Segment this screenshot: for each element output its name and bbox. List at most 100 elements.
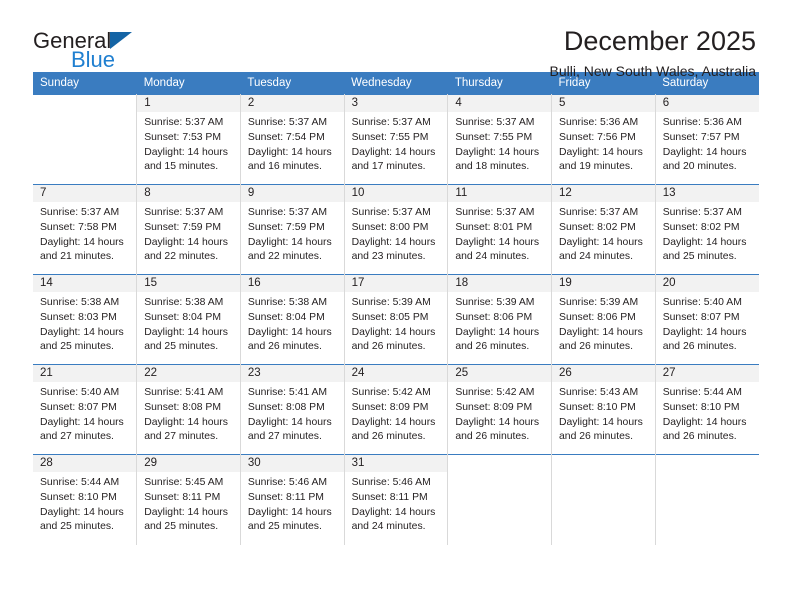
daylight-text-line1: Daylight: 14 hours — [455, 416, 540, 428]
calendar-day-cell[interactable]: 16 Sunrise: 5:38 AM Sunset: 8:04 PM Dayligh… — [240, 274, 345, 365]
calendar-day-cell[interactable]: 25 Sunrise: 5:42 AM Sunset: 8:09 PM Dayligh… — [447, 364, 553, 455]
day-details: Sunrise: 5:40 AM Sunset: 8:07 PM Daylight:… — [33, 382, 136, 445]
day-number: 24 — [344, 365, 448, 382]
day-number — [33, 95, 136, 112]
calendar-day-cell[interactable]: 22 Sunrise: 5:41 AM Sunset: 8:08 PM Dayligh… — [136, 364, 241, 455]
calendar-day-cell[interactable]: 28 Sunrise: 5:44 AM Sunset: 8:10 PM Dayligh… — [33, 454, 138, 545]
calendar-day-cell[interactable]: 6 Sunrise: 5:36 AM Sunset: 7:57 PM Daylight… — [655, 94, 759, 185]
calendar-day-cell[interactable]: 8 Sunrise: 5:37 AM Sunset: 7:59 PM Daylight… — [136, 184, 241, 275]
sunset-text: Sunset: 8:01 PM — [455, 221, 533, 233]
sunrise-text: Sunrise: 5:37 AM — [351, 207, 431, 218]
sunrise-text: Sunrise: 5:37 AM — [351, 117, 431, 128]
calendar-day-cell[interactable]: 5 Sunrise: 5:36 AM Sunset: 7:56 PM Daylight… — [551, 94, 656, 185]
daylight-text-line1: Daylight: 14 hours — [144, 236, 228, 248]
calendar-day-cell[interactable]: 20 Sunrise: 5:40 AM Sunset: 8:07 PM Dayligh… — [655, 274, 759, 365]
sunrise-text: Sunrise: 5:37 AM — [144, 207, 224, 218]
sunset-text: Sunset: 8:04 PM — [247, 311, 325, 323]
day-details: Sunrise: 5:37 AM Sunset: 8:00 PM Daylight:… — [345, 202, 448, 265]
calendar-day-cell[interactable]: 10 Sunrise: 5:37 AM Sunset: 8:00 PM Dayligh… — [344, 184, 449, 275]
calendar-day-cell[interactable]: 9 Sunrise: 5:37 AM Sunset: 7:59 PM Daylight… — [240, 184, 345, 275]
day-details: Sunrise: 5:42 AM Sunset: 8:09 PM Daylight:… — [448, 382, 551, 445]
day-number: 13 — [655, 185, 759, 202]
daylight-text-line2: and 27 minutes. — [247, 431, 322, 443]
daylight-text-line2: and 26 minutes. — [455, 341, 530, 353]
day-number: 30 — [240, 455, 344, 472]
calendar-day-cell[interactable]: 11 Sunrise: 5:37 AM Sunset: 8:01 PM Dayligh… — [447, 184, 553, 275]
day-details: Sunrise: 5:37 AM Sunset: 7:59 PM Daylight:… — [137, 202, 240, 265]
day-details: Sunrise: 5:45 AM Sunset: 8:11 PM Daylight:… — [137, 472, 240, 535]
sunrise-text: Sunrise: 5:36 AM — [559, 117, 639, 128]
daylight-text-line2: and 26 minutes. — [559, 431, 633, 443]
calendar-day-cell[interactable]: 19 Sunrise: 5:39 AM Sunset: 8:06 PM Dayligh… — [551, 274, 656, 365]
calendar-empty-cell — [33, 94, 138, 185]
calendar-day-cell[interactable]: 23 Sunrise: 5:41 AM Sunset: 8:08 PM Dayligh… — [240, 364, 345, 455]
day-number: 12 — [552, 185, 655, 202]
day-number: 1 — [137, 95, 240, 112]
day-number: 19 — [552, 275, 655, 292]
calendar-day-cell[interactable]: 26 Sunrise: 5:43 AM Sunset: 8:10 PM Dayligh… — [551, 364, 656, 455]
daylight-text-line1: Daylight: 14 hours — [662, 416, 747, 428]
sunrise-text: Sunrise: 5:40 AM — [40, 387, 120, 398]
sunset-text: Sunset: 7:59 PM — [247, 221, 325, 233]
sunrise-text: Sunrise: 5:37 AM — [662, 207, 742, 218]
day-number: 15 — [137, 275, 240, 292]
weekday-header-tuesday: Tuesday — [240, 72, 345, 95]
daylight-text-line1: Daylight: 14 hours — [351, 236, 436, 248]
calendar-day-cell[interactable]: 27 Sunrise: 5:44 AM Sunset: 8:10 PM Dayligh… — [655, 364, 759, 455]
daylight-text-line2: and 23 minutes. — [351, 251, 426, 263]
calendar-day-cell[interactable]: 21 Sunrise: 5:40 AM Sunset: 8:07 PM Dayligh… — [33, 364, 138, 455]
sunset-text: Sunset: 8:08 PM — [144, 401, 222, 413]
sunset-text: Sunset: 8:11 PM — [144, 491, 221, 503]
daylight-text-line2: and 20 minutes. — [662, 161, 737, 173]
daylight-text-line2: and 25 minutes. — [144, 521, 219, 533]
sunrise-text: Sunrise: 5:41 AM — [247, 387, 328, 398]
calendar-day-cell[interactable]: 3 Sunrise: 5:37 AM Sunset: 7:55 PM Daylight… — [344, 94, 449, 185]
sunrise-text: Sunrise: 5:37 AM — [247, 117, 328, 128]
day-number: 26 — [552, 365, 655, 382]
calendar-day-cell[interactable]: 14 Sunrise: 5:38 AM Sunset: 8:03 PM Dayligh… — [33, 274, 138, 365]
daylight-text-line2: and 22 minutes. — [247, 251, 322, 263]
calendar-day-cell[interactable]: 1 Sunrise: 5:37 AM Sunset: 7:53 PM Daylight… — [136, 94, 241, 185]
sunset-text: Sunset: 8:06 PM — [455, 311, 533, 323]
day-details: Sunrise: 5:37 AM Sunset: 7:58 PM Daylight:… — [33, 202, 136, 265]
calendar-day-cell[interactable]: 4 Sunrise: 5:37 AM Sunset: 7:55 PM Daylight… — [447, 94, 553, 185]
sunrise-text: Sunrise: 5:37 AM — [247, 207, 328, 218]
calendar-day-cell[interactable]: 17 Sunrise: 5:39 AM Sunset: 8:05 PM Dayligh… — [344, 274, 449, 365]
calendar-day-cell[interactable]: 12 Sunrise: 5:37 AM Sunset: 8:02 PM Dayligh… — [551, 184, 656, 275]
day-details: Sunrise: 5:37 AM Sunset: 8:02 PM Daylight:… — [552, 202, 655, 265]
day-details: Sunrise: 5:37 AM Sunset: 7:59 PM Daylight:… — [241, 202, 344, 265]
calendar-day-cell[interactable]: 24 Sunrise: 5:42 AM Sunset: 8:09 PM Dayligh… — [344, 364, 449, 455]
day-details: Sunrise: 5:43 AM Sunset: 8:10 PM Daylight:… — [552, 382, 655, 445]
day-details: Sunrise: 5:37 AM Sunset: 7:55 PM Daylight:… — [448, 112, 551, 175]
day-number: 5 — [552, 95, 655, 112]
calendar-empty-cell — [551, 454, 656, 545]
sunset-text: Sunset: 8:11 PM — [247, 491, 324, 503]
daylight-text-line1: Daylight: 14 hours — [455, 236, 540, 248]
sunrise-text: Sunrise: 5:37 AM — [455, 207, 535, 218]
sunrise-text: Sunrise: 5:45 AM — [144, 477, 224, 488]
calendar-day-cell[interactable]: 18 Sunrise: 5:39 AM Sunset: 8:06 PM Dayligh… — [447, 274, 553, 365]
calendar-day-cell[interactable]: 7 Sunrise: 5:37 AM Sunset: 7:58 PM Daylight… — [33, 184, 138, 275]
calendar-day-cell[interactable]: 30 Sunrise: 5:46 AM Sunset: 8:11 PM Dayligh… — [240, 454, 345, 545]
sunset-text: Sunset: 8:04 PM — [144, 311, 222, 323]
sunset-text: Sunset: 8:02 PM — [559, 221, 636, 233]
day-number — [656, 455, 759, 472]
day-number: 3 — [344, 95, 448, 112]
calendar-day-cell[interactable]: 13 Sunrise: 5:37 AM Sunset: 8:02 PM Dayligh… — [655, 184, 759, 275]
page-header: General Blue December 2025 Bulli, New So… — [0, 0, 792, 79]
daylight-text-line2: and 27 minutes. — [40, 431, 114, 443]
calendar-day-cell[interactable]: 15 Sunrise: 5:38 AM Sunset: 8:04 PM Dayligh… — [136, 274, 241, 365]
logo[interactable]: General Blue — [33, 26, 133, 71]
daylight-text-line1: Daylight: 14 hours — [455, 146, 540, 158]
daylight-text-line1: Daylight: 14 hours — [559, 416, 643, 428]
day-details: Sunrise: 5:46 AM Sunset: 8:11 PM Daylight:… — [241, 472, 344, 535]
daylight-text-line2: and 26 minutes. — [662, 341, 737, 353]
day-number: 21 — [33, 365, 137, 382]
sunrise-text: Sunrise: 5:39 AM — [559, 297, 639, 308]
calendar-day-cell[interactable]: 31 Sunrise: 5:46 AM Sunset: 8:11 PM Dayligh… — [344, 454, 449, 545]
day-details: Sunrise: 5:40 AM Sunset: 8:07 PM Daylight:… — [656, 292, 759, 355]
sunrise-text: Sunrise: 5:38 AM — [144, 297, 224, 308]
calendar-day-cell[interactable]: 2 Sunrise: 5:37 AM Sunset: 7:54 PM Daylight… — [240, 94, 345, 185]
calendar-day-cell[interactable]: 29 Sunrise: 5:45 AM Sunset: 8:11 PM Dayligh… — [136, 454, 241, 545]
day-number: 22 — [137, 365, 240, 382]
